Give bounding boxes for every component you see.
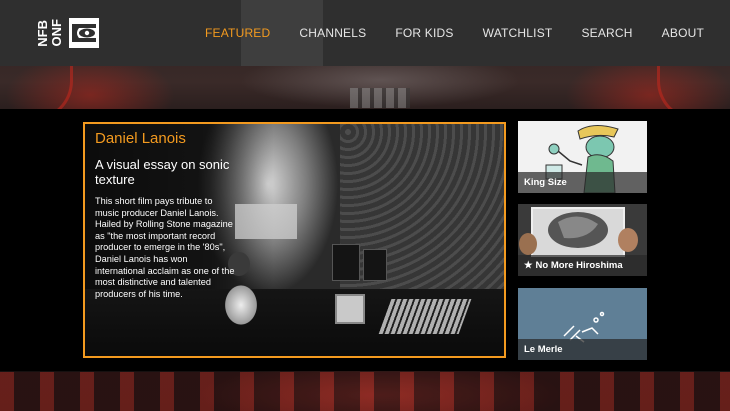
film-tile-no-more-hiroshima[interactable]: ★ No More Hiroshima: [518, 204, 647, 276]
background-seats: [0, 372, 730, 411]
tile-caption: King Size: [518, 172, 647, 193]
nav-for-kids[interactable]: FOR KIDS: [395, 26, 453, 40]
studio-window: [235, 204, 297, 239]
tile-title: King Size: [524, 177, 567, 188]
tile-caption: ★ No More Hiroshima: [518, 255, 647, 276]
nav-search[interactable]: SEARCH: [581, 26, 632, 40]
tile-title: No More Hiroshima: [535, 260, 623, 271]
featured-film-description: This short film pays tribute to music pr…: [95, 196, 235, 299]
nfb-logo[interactable]: NFB ONF: [35, 16, 99, 50]
logo-text-onf: ONF: [49, 19, 64, 47]
studio-keyboard: [378, 299, 472, 334]
film-tile-le-merle[interactable]: Le Merle: [518, 288, 647, 360]
top-navigation-bar: NFB ONF FEATURED CHANNELS FOR KIDS WATCH…: [0, 0, 730, 66]
nav-about[interactable]: ABOUT: [662, 26, 704, 40]
logo-text-nfb: NFB: [35, 19, 50, 47]
main-nav: FEATURED CHANNELS FOR KIDS WATCHLIST SEA…: [176, 0, 704, 66]
tile-title: Le Merle: [524, 344, 563, 355]
film-tile-king-size[interactable]: King Size: [518, 121, 647, 193]
nav-watchlist[interactable]: WATCHLIST: [483, 26, 553, 40]
nav-channels[interactable]: CHANNELS: [299, 26, 366, 40]
featured-film-card[interactable]: Daniel Lanois A visual essay on sonic te…: [83, 122, 506, 358]
studio-amp: [335, 294, 365, 324]
studio-speaker: [332, 244, 360, 281]
nav-featured[interactable]: FEATURED: [205, 26, 270, 40]
studio-speaker-small: [363, 249, 387, 281]
tile-caption: Le Merle: [518, 339, 647, 360]
star-icon: ★: [524, 260, 533, 271]
featured-film-subtitle: A visual essay on sonic texture: [95, 157, 230, 187]
featured-film-info: Daniel Lanois A visual essay on sonic te…: [95, 130, 235, 300]
background-lights: [350, 88, 410, 108]
nfb-eye-icon: [69, 18, 99, 48]
featured-film-title: Daniel Lanois: [95, 130, 186, 147]
